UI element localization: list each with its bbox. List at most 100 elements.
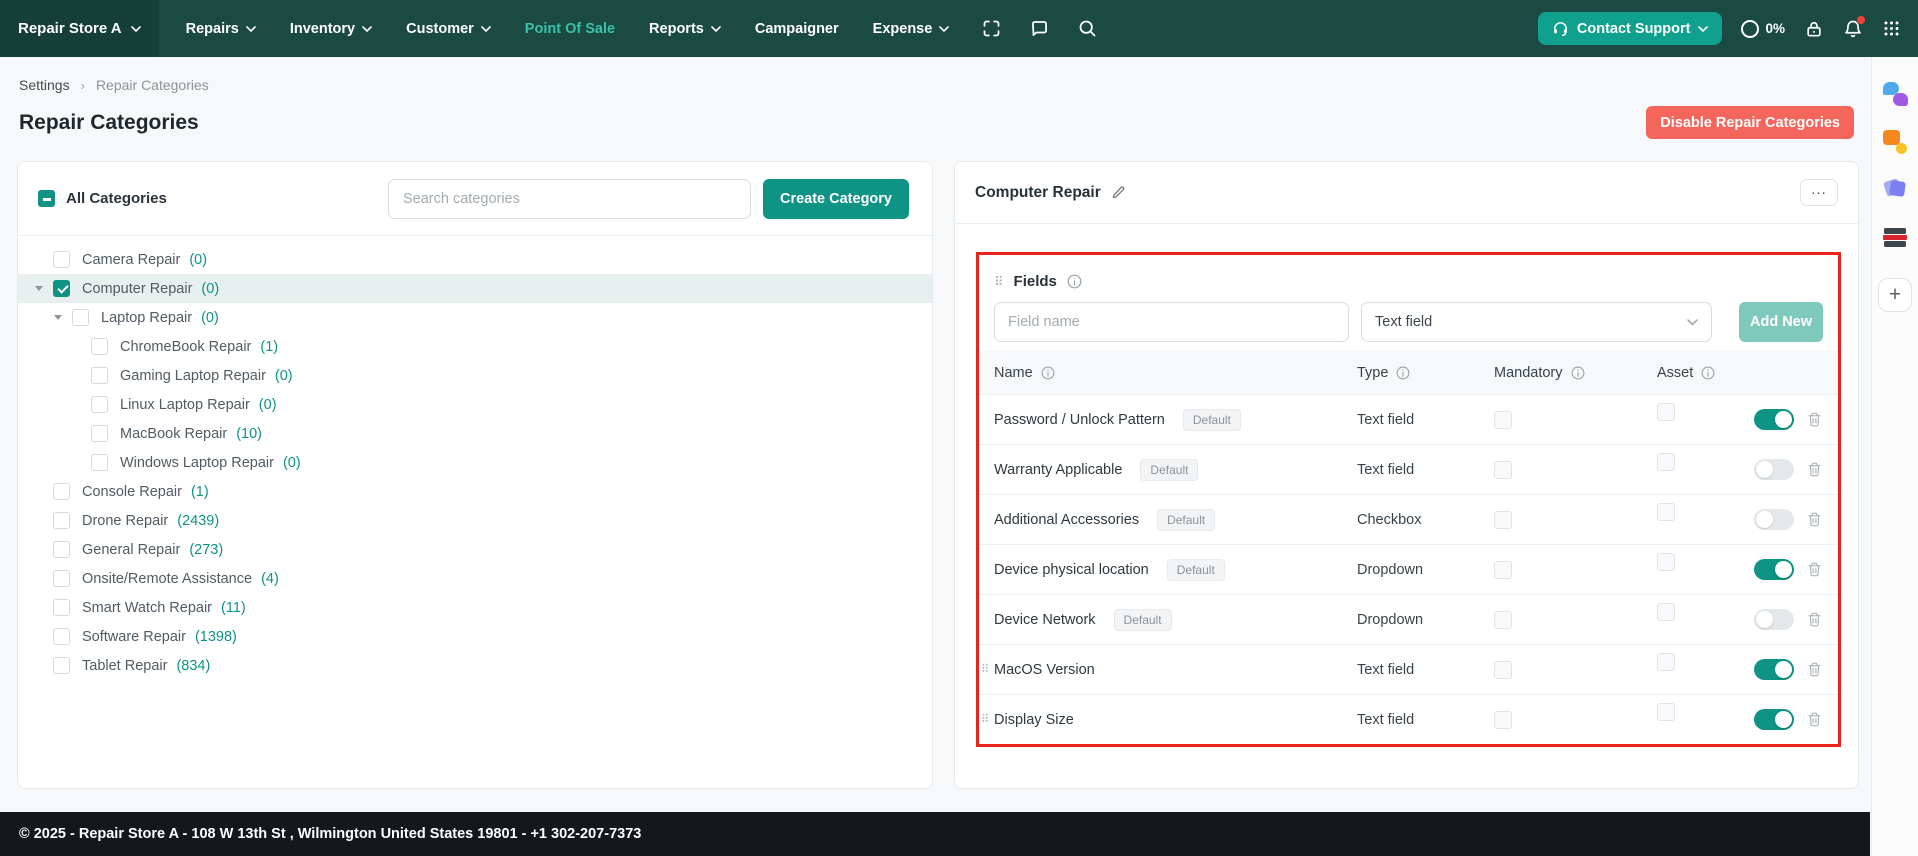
- asset-checkbox[interactable]: [1657, 452, 1675, 471]
- mandatory-checkbox[interactable]: [1494, 460, 1512, 479]
- field-enabled-toggle[interactable]: [1754, 459, 1794, 480]
- nav-item[interactable]: Campaigner: [755, 21, 839, 37]
- field-type-select[interactable]: Text field: [1361, 302, 1712, 342]
- tree-caret-icon[interactable]: [54, 315, 62, 320]
- category-tree-row[interactable]: MacBook Repair (10): [18, 419, 932, 448]
- edit-pencil-icon[interactable]: [1111, 185, 1126, 200]
- tree-caret-icon[interactable]: [35, 286, 43, 291]
- category-tree-row[interactable]: Software Repair (1398): [18, 622, 932, 651]
- asset-checkbox[interactable]: [1657, 652, 1675, 671]
- store-selector[interactable]: Repair Store A: [0, 0, 159, 57]
- tree-checkbox[interactable]: [91, 338, 108, 355]
- mandatory-checkbox[interactable]: [1494, 710, 1512, 729]
- scan-icon[interactable]: [981, 18, 1002, 39]
- category-tree-row[interactable]: Gaming Laptop Repair (0): [18, 361, 932, 390]
- field-enabled-toggle[interactable]: [1754, 559, 1794, 580]
- tree-checkbox[interactable]: [91, 367, 108, 384]
- asset-checkbox[interactable]: [1657, 702, 1675, 721]
- chat-icon[interactable]: [1029, 18, 1050, 39]
- setup-progress[interactable]: 0%: [1741, 19, 1785, 38]
- category-tree-row[interactable]: Drone Repair (2439): [18, 506, 932, 535]
- tree-checkbox[interactable]: [53, 599, 70, 616]
- nav-item[interactable]: Point Of Sale: [525, 21, 615, 37]
- more-options-button[interactable]: ...: [1800, 179, 1838, 206]
- category-tree-row[interactable]: Smart Watch Repair (11): [18, 593, 932, 622]
- delete-field-icon[interactable]: [1807, 461, 1822, 478]
- search-categories-input[interactable]: [388, 178, 751, 219]
- footer: © 2025 - Repair Store A - 108 W 13th St …: [0, 812, 1870, 856]
- mandatory-checkbox[interactable]: [1494, 560, 1512, 579]
- asset-checkbox[interactable]: [1657, 602, 1675, 621]
- nav-item[interactable]: Repairs: [186, 21, 256, 37]
- asset-checkbox[interactable]: [1657, 502, 1675, 521]
- field-enabled-toggle[interactable]: [1754, 659, 1794, 680]
- delete-field-icon[interactable]: [1807, 661, 1822, 678]
- stack-extension-icon[interactable]: [1882, 226, 1908, 250]
- field-name-input[interactable]: [994, 302, 1349, 342]
- tree-checkbox[interactable]: [53, 512, 70, 529]
- category-tree-row[interactable]: Tablet Repair (834): [18, 651, 932, 680]
- category-tree-row[interactable]: ChromeBook Repair (1): [18, 332, 932, 361]
- category-tree-row[interactable]: Windows Laptop Repair (0): [18, 448, 932, 477]
- breadcrumb-settings[interactable]: Settings: [19, 77, 70, 93]
- nav-item[interactable]: Inventory: [290, 21, 372, 37]
- contact-support-button[interactable]: Contact Support: [1537, 12, 1723, 45]
- category-tree-row[interactable]: Laptop Repair (0): [18, 303, 932, 332]
- category-tree-row[interactable]: Console Repair (1): [18, 477, 932, 506]
- asset-checkbox[interactable]: [1657, 402, 1675, 421]
- delete-field-icon[interactable]: [1807, 411, 1822, 428]
- add-extension-button[interactable]: +: [1878, 278, 1912, 312]
- field-enabled-toggle[interactable]: [1754, 609, 1794, 630]
- delete-field-icon[interactable]: [1807, 711, 1822, 728]
- tree-checkbox[interactable]: [91, 454, 108, 471]
- tree-checkbox[interactable]: [72, 309, 89, 326]
- shapes-extension-icon[interactable]: [1882, 130, 1908, 154]
- nav-item[interactable]: Customer: [406, 21, 491, 37]
- category-count: (0): [201, 280, 220, 297]
- field-enabled-toggle[interactable]: [1754, 409, 1794, 430]
- drag-handle-icon[interactable]: ⠿: [981, 714, 989, 725]
- search-icon[interactable]: [1077, 18, 1098, 39]
- create-category-button[interactable]: Create Category: [763, 178, 909, 219]
- delete-field-icon[interactable]: [1807, 511, 1822, 528]
- category-tree-row[interactable]: Camera Repair (0): [18, 245, 932, 274]
- tree-checkbox[interactable]: [53, 483, 70, 500]
- notifications-bell-icon[interactable]: [1843, 15, 1865, 39]
- delete-field-icon[interactable]: [1807, 561, 1822, 578]
- tree-checkbox[interactable]: [53, 628, 70, 645]
- tree-checkbox[interactable]: [53, 570, 70, 587]
- chat-bubbles-extension-icon[interactable]: [1882, 82, 1908, 106]
- cards-extension-icon[interactable]: [1882, 178, 1908, 202]
- field-enabled-toggle[interactable]: [1754, 709, 1794, 730]
- mandatory-checkbox[interactable]: [1494, 510, 1512, 529]
- category-tree-row[interactable]: General Repair (273): [18, 535, 932, 564]
- drag-handle-icon[interactable]: ⠿: [981, 664, 989, 675]
- tree-checkbox[interactable]: [53, 541, 70, 558]
- mandatory-checkbox[interactable]: [1494, 610, 1512, 629]
- nav-item[interactable]: Expense: [873, 21, 950, 37]
- nav-item-label: Repairs: [185, 20, 239, 37]
- tree-checkbox[interactable]: [91, 425, 108, 442]
- drag-handle-icon[interactable]: ⠿: [994, 275, 1004, 288]
- tree-checkbox[interactable]: [53, 280, 70, 297]
- lock-icon[interactable]: [1804, 19, 1824, 39]
- add-new-field-button[interactable]: Add New: [1739, 302, 1823, 342]
- field-enabled-toggle[interactable]: [1754, 509, 1794, 530]
- asset-checkbox[interactable]: [1657, 552, 1675, 571]
- all-categories-checkbox[interactable]: [38, 190, 55, 207]
- apps-grid-icon[interactable]: [1882, 19, 1901, 38]
- category-label: Windows Laptop Repair: [120, 454, 274, 471]
- tree-checkbox[interactable]: [53, 251, 70, 268]
- tree-checkbox[interactable]: [53, 657, 70, 674]
- mandatory-checkbox[interactable]: [1494, 660, 1512, 679]
- category-tree-row[interactable]: Linux Laptop Repair (0): [18, 390, 932, 419]
- disable-repair-categories-button[interactable]: Disable Repair Categories: [1646, 106, 1854, 139]
- mandatory-checkbox[interactable]: [1494, 410, 1512, 429]
- tree-checkbox[interactable]: [91, 396, 108, 413]
- nav-item[interactable]: Reports: [649, 21, 721, 37]
- delete-field-icon[interactable]: [1807, 611, 1822, 628]
- category-tree-row[interactable]: Onsite/Remote Assistance (4): [18, 564, 932, 593]
- category-tree-row[interactable]: Computer Repair (0): [18, 274, 932, 303]
- nav-item-label: Reports: [649, 20, 704, 37]
- detail-header: Computer Repair ...: [955, 162, 1858, 223]
